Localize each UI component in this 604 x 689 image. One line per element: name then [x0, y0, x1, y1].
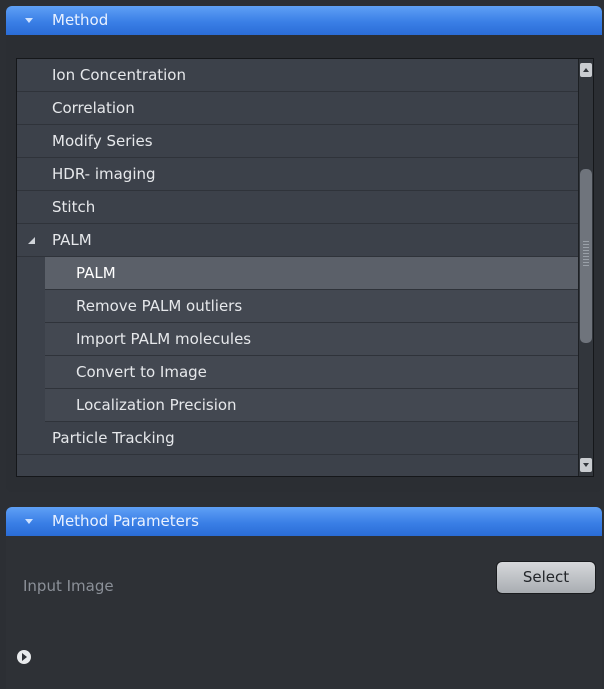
select-button[interactable]: Select	[496, 561, 596, 594]
list-item-remove-palm-outliers[interactable]: Remove PALM outliers	[45, 290, 581, 323]
list-item-label: PALM	[76, 264, 116, 282]
list-item-particle-tracking[interactable]: Particle Tracking	[17, 422, 581, 455]
triangle-expanded-icon[interactable]	[28, 237, 35, 244]
list-item-correlation[interactable]: Correlation	[17, 92, 581, 125]
input-image-label: Input Image	[23, 577, 114, 595]
list-item-label: Correlation	[52, 99, 135, 117]
method-panel: Ion Concentration Correlation Modify Ser…	[6, 35, 602, 492]
list-item-label: PALM	[52, 231, 92, 249]
method-parameters-panel: Input Image Select	[6, 536, 602, 689]
list-item-label: Particle Tracking	[52, 429, 175, 447]
list-item-hdr-imaging[interactable]: HDR- imaging	[17, 158, 581, 191]
scrollbar-thumb[interactable]	[580, 169, 592, 343]
chevron-down-icon[interactable]	[25, 18, 33, 23]
chevron-down-icon[interactable]	[25, 519, 33, 524]
method-list: Ion Concentration Correlation Modify Ser…	[16, 58, 594, 477]
list-item-modify-series[interactable]: Modify Series	[17, 125, 581, 158]
list-item-import-palm-molecules[interactable]: Import PALM molecules	[45, 323, 581, 356]
scroll-down-arrow-icon[interactable]	[580, 458, 592, 472]
list-scrollbar[interactable]	[578, 59, 593, 476]
method-parameters-section-header[interactable]: Method Parameters	[6, 507, 602, 536]
list-item-palm[interactable]: PALM	[45, 257, 581, 290]
list-item-label: Remove PALM outliers	[76, 297, 243, 315]
list-item-label: Stitch	[52, 198, 96, 216]
list-item-label: HDR- imaging	[52, 165, 156, 183]
list-item-label: Localization Precision	[76, 396, 237, 414]
list-item-convert-to-image[interactable]: Convert to Image	[45, 356, 581, 389]
list-item-label: Import PALM molecules	[76, 330, 252, 348]
list-item-stitch[interactable]: Stitch	[17, 191, 581, 224]
list-item-localization-precision[interactable]: Localization Precision	[45, 389, 581, 422]
list-item-label: Convert to Image	[76, 363, 207, 381]
info-play-icon[interactable]	[17, 650, 31, 664]
list-item-label: Ion Concentration	[52, 66, 186, 84]
list-item-label: Modify Series	[52, 132, 153, 150]
grip-icon	[583, 241, 589, 267]
scroll-up-arrow-icon[interactable]	[580, 63, 592, 77]
list-item-ion-concentration[interactable]: Ion Concentration	[17, 59, 581, 92]
method-section-header[interactable]: Method	[6, 6, 602, 35]
method-parameters-title: Method Parameters	[52, 512, 199, 530]
method-section-title: Method	[52, 11, 109, 29]
list-item-palm-group[interactable]: PALM	[17, 224, 581, 257]
